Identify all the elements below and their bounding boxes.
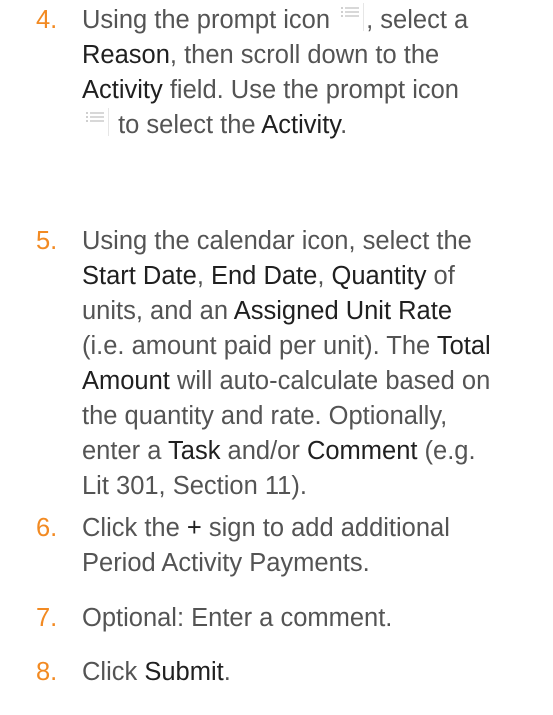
text-line: Start Date, End Date, Quantity of	[82, 259, 551, 294]
step-number: 6.	[36, 514, 58, 542]
text-run: Click the	[82, 514, 187, 542]
bold-term: Submit	[144, 658, 224, 686]
step-number: 4.	[36, 6, 58, 34]
text-run: ,	[196, 262, 211, 290]
bold-term: Task	[168, 437, 221, 465]
text-line: Lit 301, Section 11).	[82, 469, 551, 504]
text-line: Using the prompt icon , select a	[82, 3, 551, 38]
bold-term: End Date	[210, 262, 318, 290]
bold-term: Comment	[306, 437, 418, 465]
text-run: Lit 301, Section 11).	[82, 472, 307, 500]
text-line: Click the + sign to add additional	[82, 511, 551, 546]
step-number: 5.	[36, 227, 58, 255]
step: 8. Click Submit.	[36, 655, 551, 690]
bold-term: Activity	[261, 111, 341, 139]
bold-term: Assigned Unit Rate	[233, 297, 453, 325]
bold-term: +	[186, 514, 202, 542]
text-line: Optional: Enter a comment.	[82, 601, 551, 636]
step-text: Using the prompt icon , select a Reason, …	[82, 3, 551, 143]
text-line: to select the Activity.	[82, 108, 551, 143]
text-run: (e.g.	[417, 437, 476, 465]
text-line: enter a Task and/or Comment (e.g.	[82, 434, 551, 469]
bold-term: Total	[436, 332, 491, 360]
text-run: Using the prompt icon	[82, 6, 338, 34]
text-run: .	[340, 111, 348, 139]
step-number: 8.	[36, 658, 58, 686]
text-run: Click	[82, 658, 145, 686]
step-text: Optional: Enter a comment.	[82, 601, 551, 636]
step: 4. Using the prompt icon , select a Reaso…	[36, 3, 551, 143]
step-text: Click the + sign to add additional Period…	[82, 511, 551, 581]
text-line: Period Activity Payments.	[82, 546, 551, 581]
text-line: Click Submit.	[82, 655, 551, 690]
step: 5. Using the calendar icon, select the St…	[36, 224, 551, 504]
step: 7. Optional: Enter a comment.	[36, 601, 551, 636]
text-line: units, and an Assigned Unit Rate	[82, 294, 551, 329]
bold-term: Reason	[82, 41, 170, 69]
bold-term: Start Date	[82, 262, 197, 290]
text-line: Activity field. Use the prompt icon	[82, 73, 551, 108]
step: 6. Click the + sign to add additional Per…	[36, 511, 551, 581]
text-run: to select the	[111, 111, 262, 139]
step-text: Click Submit.	[82, 655, 551, 690]
text-run: (i.e. amount paid per unit). The	[82, 332, 437, 360]
bold-term: Quantity	[331, 262, 427, 290]
text-line: Using the calendar icon, select the	[82, 224, 551, 259]
text-run: units, and an	[82, 297, 234, 325]
text-run: will auto-calculate based on	[169, 367, 491, 395]
step-number: 7.	[36, 604, 58, 632]
bold-term: Amount	[82, 367, 170, 395]
text-run: of	[426, 262, 455, 290]
text-line: the quantity and rate. Optionally,	[82, 399, 551, 434]
step-text: Using the calendar icon, select the Start…	[82, 224, 551, 504]
text-run: , then scroll down to the	[169, 41, 440, 69]
text-run: the quantity and rate. Optionally,	[82, 402, 448, 430]
prompt-icon	[84, 108, 109, 136]
text-run: .	[223, 658, 231, 686]
text-run: field. Use the prompt icon	[162, 76, 459, 104]
text-line: Amount will auto-calculate based on	[82, 364, 551, 399]
prompt-icon	[339, 3, 365, 31]
text-run: and/or	[220, 437, 307, 465]
text-run: , select a	[366, 6, 469, 34]
bold-term: Activity	[82, 76, 163, 104]
text-run: sign to add additional	[201, 514, 450, 542]
text-run: Optional: Enter a comment.	[82, 604, 393, 632]
text-run: enter a	[82, 437, 169, 465]
text-line: Reason, then scroll down to the	[82, 38, 551, 73]
text-run: Using the calendar icon, select the	[82, 227, 472, 255]
text-run: Period Activity Payments.	[82, 549, 370, 577]
text-run: ,	[317, 262, 332, 290]
text-line: (i.e. amount paid per unit). The Total	[82, 329, 551, 364]
